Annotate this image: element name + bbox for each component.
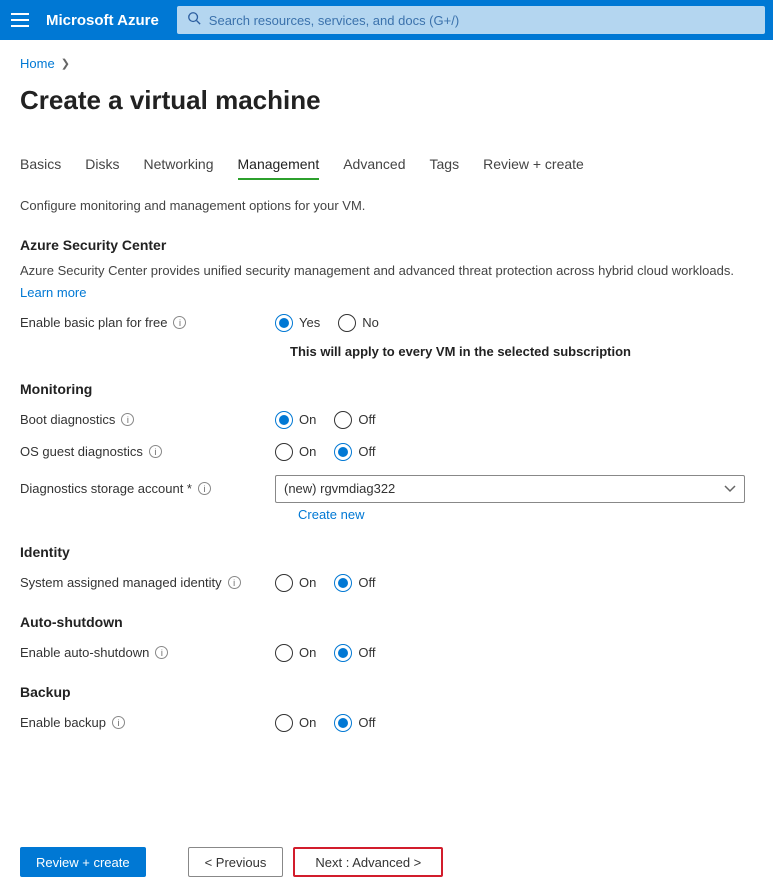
create-new-link[interactable]: Create new (298, 507, 753, 522)
search-input[interactable] (201, 13, 755, 28)
search-icon (187, 11, 201, 30)
storage-account-label: Diagnostics storage account * (20, 481, 192, 496)
info-icon[interactable]: i (149, 445, 162, 458)
identity-title: Identity (20, 544, 753, 560)
next-advanced-button[interactable]: Next : Advanced > (293, 847, 443, 877)
hamburger-menu[interactable] (0, 0, 40, 40)
autoshutdown-off[interactable]: Off (334, 644, 375, 662)
info-icon[interactable]: i (121, 413, 134, 426)
security-title: Azure Security Center (20, 237, 753, 253)
learn-more-link[interactable]: Learn more (20, 285, 753, 300)
identity-label: System assigned managed identity (20, 575, 222, 590)
page-title: Create a virtual machine (20, 85, 753, 116)
chevron-down-icon (724, 481, 736, 496)
tab-description: Configure monitoring and management opti… (20, 198, 753, 213)
breadcrumb: Home ❯ (20, 56, 753, 71)
chevron-right-icon: ❯ (61, 57, 70, 70)
brand-label: Microsoft Azure (40, 12, 177, 29)
tab-tags[interactable]: Tags (430, 156, 460, 180)
autoshutdown-title: Auto-shutdown (20, 614, 753, 630)
boot-diag-label: Boot diagnostics (20, 412, 115, 427)
search-box[interactable] (177, 6, 765, 34)
subscription-note: This will apply to every VM in the selec… (290, 344, 753, 359)
info-icon[interactable]: i (155, 646, 168, 659)
enable-plan-yes[interactable]: Yes (275, 314, 320, 332)
tab-advanced[interactable]: Advanced (343, 156, 405, 180)
autoshutdown-on[interactable]: On (275, 644, 316, 662)
backup-off[interactable]: Off (334, 714, 375, 732)
tab-disks[interactable]: Disks (85, 156, 119, 180)
tab-management[interactable]: Management (238, 156, 320, 180)
identity-off[interactable]: Off (334, 574, 375, 592)
enable-plan-no[interactable]: No (338, 314, 379, 332)
backup-on[interactable]: On (275, 714, 316, 732)
backup-label: Enable backup (20, 715, 106, 730)
info-icon[interactable]: i (228, 576, 241, 589)
info-icon[interactable]: i (198, 482, 211, 495)
info-icon[interactable]: i (112, 716, 125, 729)
backup-title: Backup (20, 684, 753, 700)
info-icon[interactable]: i (173, 316, 186, 329)
monitoring-title: Monitoring (20, 381, 753, 397)
review-create-button[interactable]: Review + create (20, 847, 146, 877)
identity-on[interactable]: On (275, 574, 316, 592)
security-desc: Azure Security Center provides unified s… (20, 261, 753, 281)
os-diag-on[interactable]: On (275, 443, 316, 461)
os-diag-off[interactable]: Off (334, 443, 375, 461)
os-diag-label: OS guest diagnostics (20, 444, 143, 459)
tab-basics[interactable]: Basics (20, 156, 61, 180)
tab-review[interactable]: Review + create (483, 156, 584, 180)
storage-account-select[interactable]: (new) rgvmdiag322 (275, 475, 745, 503)
previous-button[interactable]: < Previous (188, 847, 284, 877)
autoshutdown-label: Enable auto-shutdown (20, 645, 149, 660)
boot-diag-off[interactable]: Off (334, 411, 375, 429)
breadcrumb-home[interactable]: Home (20, 56, 55, 71)
tab-networking[interactable]: Networking (143, 156, 213, 180)
boot-diag-on[interactable]: On (275, 411, 316, 429)
enable-plan-label: Enable basic plan for free (20, 315, 167, 330)
